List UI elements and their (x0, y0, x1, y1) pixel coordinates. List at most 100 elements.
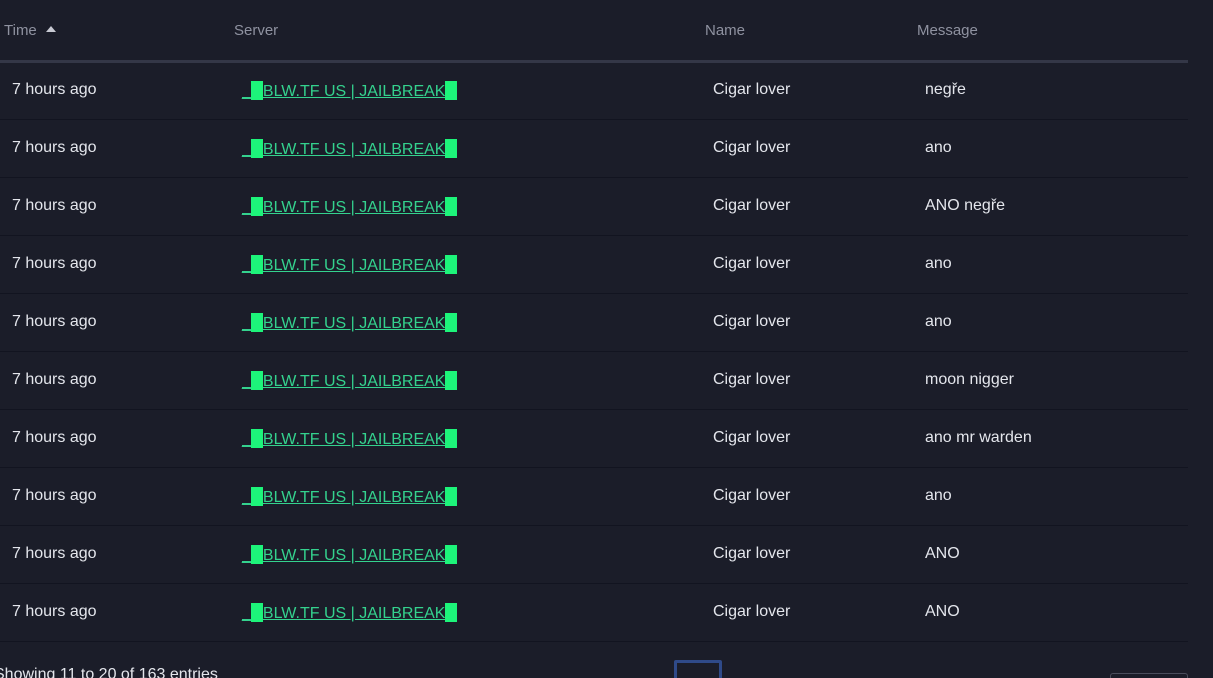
chat-log-panel: Time Server Name Message 7 hours ago _ BLW… (0, 0, 1213, 678)
row-server-link[interactable]: _ BLW.TF US | JAILBREAK (242, 197, 458, 217)
row-server-link[interactable]: _ BLW.TF US | JAILBREAK (242, 545, 458, 565)
server-block-right-icon (445, 313, 458, 332)
table-row: 7 hours ago _ BLW.TF US | JAILBREAK Cigar l… (0, 352, 1188, 410)
row-name: Cigar lover (713, 487, 791, 504)
table-row: 7 hours ago _ BLW.TF US | JAILBREAK Cigar l… (0, 294, 1188, 352)
column-header-message[interactable]: Message (917, 22, 978, 39)
server-link[interactable]: _ BLW.TF US | JAILBREAK (242, 371, 458, 390)
server-link[interactable]: _ BLW.TF US | JAILBREAK (242, 603, 458, 622)
server-block-left-icon (250, 603, 263, 622)
server-block-right-icon (445, 139, 458, 158)
row-time: 7 hours ago (12, 487, 97, 504)
row-name: Cigar lover (713, 313, 791, 330)
row-message: ANO (925, 545, 960, 562)
row-time: 7 hours ago (12, 81, 97, 98)
row-name: Cigar lover (713, 81, 791, 98)
row-time: 7 hours ago (12, 429, 97, 446)
pagination-next-button[interactable] (1110, 673, 1188, 678)
column-header-server[interactable]: Server (234, 22, 278, 39)
row-time: 7 hours ago (12, 139, 97, 156)
server-block-right-icon (445, 255, 458, 274)
server-block-left-icon (250, 487, 263, 506)
row-name: Cigar lover (713, 139, 791, 156)
server-block-right-icon (445, 487, 458, 506)
row-message: ano mr warden (925, 429, 1032, 446)
row-server-link[interactable]: _ BLW.TF US | JAILBREAK (242, 81, 458, 101)
row-message: ano (925, 139, 952, 156)
server-block-left-icon (250, 313, 263, 332)
server-block-left-icon (250, 139, 263, 158)
row-message: ANO (925, 603, 960, 620)
row-server-link[interactable]: _ BLW.TF US | JAILBREAK (242, 429, 458, 449)
server-name: BLW.TF US | JAILBREAK (262, 373, 446, 390)
row-name: Cigar lover (713, 371, 791, 388)
row-message: ano (925, 313, 952, 330)
row-time: 7 hours ago (12, 197, 97, 214)
server-link[interactable]: _ BLW.TF US | JAILBREAK (242, 139, 458, 158)
sort-ascending-icon (45, 26, 56, 32)
server-link-prefix: _ (242, 547, 251, 564)
server-link[interactable]: _ BLW.TF US | JAILBREAK (242, 197, 458, 216)
server-name: BLW.TF US | JAILBREAK (262, 547, 446, 564)
pagination-current-page-button[interactable] (674, 660, 722, 678)
row-message: negře (925, 81, 966, 98)
server-link-prefix: _ (242, 315, 251, 332)
server-block-right-icon (445, 81, 458, 100)
server-link[interactable]: _ BLW.TF US | JAILBREAK (242, 255, 458, 274)
server-link-prefix: _ (242, 199, 251, 216)
server-block-right-icon (445, 197, 458, 216)
server-name: BLW.TF US | JAILBREAK (262, 605, 446, 622)
server-name: BLW.TF US | JAILBREAK (262, 489, 446, 506)
row-name: Cigar lover (713, 545, 791, 562)
table-row: 7 hours ago _ BLW.TF US | JAILBREAK Cigar l… (0, 526, 1188, 584)
row-time: 7 hours ago (12, 255, 97, 272)
server-link[interactable]: _ BLW.TF US | JAILBREAK (242, 487, 458, 506)
server-name: BLW.TF US | JAILBREAK (262, 199, 446, 216)
table-row: 7 hours ago _ BLW.TF US | JAILBREAK Cigar l… (0, 236, 1188, 294)
row-name: Cigar lover (713, 429, 791, 446)
table-header: Time Server Name Message (0, 0, 1188, 63)
server-block-left-icon (250, 545, 263, 564)
column-header-time[interactable]: Time (4, 22, 56, 39)
server-link[interactable]: _ BLW.TF US | JAILBREAK (242, 313, 458, 332)
server-link-prefix: _ (242, 141, 251, 158)
row-server-link[interactable]: _ BLW.TF US | JAILBREAK (242, 371, 458, 391)
row-message: ANO negře (925, 197, 1006, 214)
table-row: 7 hours ago _ BLW.TF US | JAILBREAK Cigar l… (0, 178, 1188, 236)
server-link-prefix: _ (242, 83, 251, 100)
server-link[interactable]: _ BLW.TF US | JAILBREAK (242, 545, 458, 564)
table-row: 7 hours ago _ BLW.TF US | JAILBREAK Cigar l… (0, 120, 1188, 178)
server-name: BLW.TF US | JAILBREAK (262, 83, 446, 100)
row-server-link[interactable]: _ BLW.TF US | JAILBREAK (242, 603, 458, 623)
row-server-link[interactable]: _ BLW.TF US | JAILBREAK (242, 255, 458, 275)
table-row: 7 hours ago _ BLW.TF US | JAILBREAK Cigar l… (0, 584, 1188, 642)
server-block-left-icon (250, 81, 263, 100)
row-name: Cigar lover (713, 255, 791, 272)
server-block-right-icon (445, 429, 458, 448)
column-header-time-label: Time (4, 22, 37, 39)
server-block-right-icon (445, 603, 458, 622)
server-link-prefix: _ (242, 373, 251, 390)
table-body: 7 hours ago _ BLW.TF US | JAILBREAK Cigar l… (0, 62, 1188, 642)
server-link[interactable]: _ BLW.TF US | JAILBREAK (242, 81, 458, 100)
row-message: moon nigger (925, 371, 1014, 388)
row-server-link[interactable]: _ BLW.TF US | JAILBREAK (242, 139, 458, 159)
row-time: 7 hours ago (12, 371, 97, 388)
server-link-prefix: _ (242, 257, 251, 274)
server-link[interactable]: _ BLW.TF US | JAILBREAK (242, 429, 458, 448)
server-block-left-icon (250, 255, 263, 274)
server-name: BLW.TF US | JAILBREAK (262, 431, 446, 448)
server-link-prefix: _ (242, 605, 251, 622)
table-row: 7 hours ago _ BLW.TF US | JAILBREAK Cigar l… (0, 410, 1188, 468)
row-message: ano (925, 255, 952, 272)
row-time: 7 hours ago (12, 603, 97, 620)
row-server-link[interactable]: _ BLW.TF US | JAILBREAK (242, 313, 458, 333)
server-link-prefix: _ (242, 431, 251, 448)
row-server-link[interactable]: _ BLW.TF US | JAILBREAK (242, 487, 458, 507)
row-message: ano (925, 487, 952, 504)
row-name: Cigar lover (713, 197, 791, 214)
row-name: Cigar lover (713, 603, 791, 620)
server-block-left-icon (250, 371, 263, 390)
server-name: BLW.TF US | JAILBREAK (262, 257, 446, 274)
column-header-name[interactable]: Name (705, 22, 745, 39)
